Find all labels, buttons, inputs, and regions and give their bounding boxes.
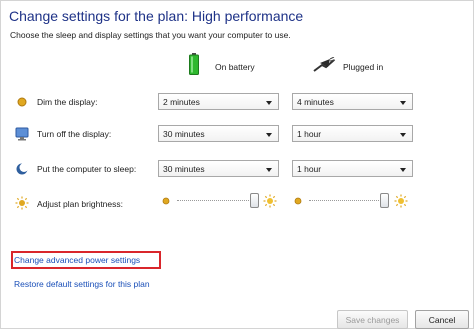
monitor-icon <box>15 127 29 141</box>
dim-sun-icon <box>161 196 171 206</box>
battery-icon <box>189 53 199 75</box>
save-changes-button[interactable]: Save changes <box>337 310 408 329</box>
chevron-down-icon <box>400 101 406 105</box>
advanced-power-settings-link[interactable]: Change advanced power settings <box>14 255 140 265</box>
dim-display-plugged-select[interactable]: 4 minutes <box>292 93 413 110</box>
page-subtitle: Choose the sleep and display settings th… <box>10 30 291 40</box>
brightness-sun-icon <box>15 196 29 210</box>
turn-off-display-battery-select[interactable]: 30 minutes <box>158 125 279 142</box>
chevron-down-icon <box>400 168 406 172</box>
bright-sun-icon <box>394 194 408 208</box>
column-on-battery: On battery <box>215 62 255 72</box>
brightness-label: Adjust plan brightness: <box>37 199 123 209</box>
brightness-battery-slider[interactable] <box>177 191 259 211</box>
bright-sun-icon <box>263 194 277 208</box>
dim-display-label: Dim the display: <box>37 97 98 107</box>
turn-off-display-label: Turn off the display: <box>37 129 112 139</box>
dim-display-plugged-value: 4 minutes <box>297 97 334 107</box>
sleep-moon-icon <box>15 162 29 176</box>
turn-off-display-plugged-value: 1 hour <box>297 129 322 139</box>
column-plugged-in: Plugged in <box>343 62 384 72</box>
chevron-down-icon <box>266 101 272 105</box>
sleep-label: Put the computer to sleep: <box>37 164 137 174</box>
chevron-down-icon <box>266 168 272 172</box>
slider-thumb[interactable] <box>250 193 259 208</box>
sleep-battery-select[interactable]: 30 minutes <box>158 160 279 177</box>
sleep-plugged-select[interactable]: 1 hour <box>292 160 413 177</box>
dim-display-battery-select[interactable]: 2 minutes <box>158 93 279 110</box>
restore-defaults-link[interactable]: Restore default settings for this plan <box>14 279 150 289</box>
turn-off-display-battery-value: 30 minutes <box>163 129 205 139</box>
chevron-down-icon <box>266 133 272 137</box>
slider-thumb[interactable] <box>380 193 389 208</box>
turn-off-display-plugged-select[interactable]: 1 hour <box>292 125 413 142</box>
dim-sun-icon <box>293 196 303 206</box>
slider-track <box>309 200 383 202</box>
brightness-plugged-slider[interactable] <box>309 191 389 211</box>
dim-display-icon <box>15 95 29 109</box>
dim-display-battery-value: 2 minutes <box>163 97 200 107</box>
chevron-down-icon <box>400 133 406 137</box>
page-title: Change settings for the plan: High perfo… <box>9 8 304 24</box>
cancel-button[interactable]: Cancel <box>415 310 469 329</box>
power-plug-icon <box>312 56 336 73</box>
slider-track <box>177 200 253 202</box>
sleep-plugged-value: 1 hour <box>297 164 322 174</box>
sleep-battery-value: 30 minutes <box>163 164 205 174</box>
